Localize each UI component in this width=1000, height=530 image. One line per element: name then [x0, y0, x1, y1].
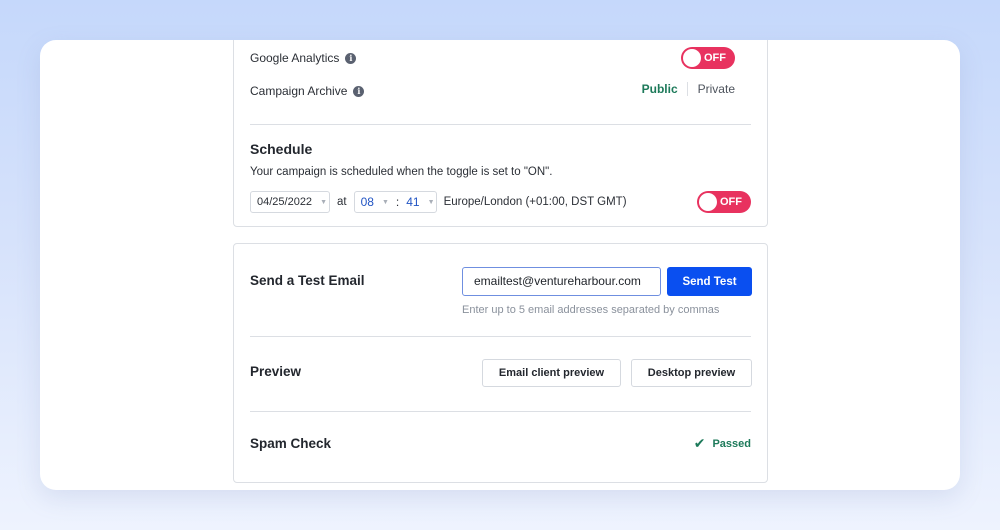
- chevron-down-icon: ▼: [427, 198, 435, 206]
- test-email-title: Send a Test Email: [250, 273, 365, 288]
- test-email-input[interactable]: emailtest@ventureharbour.com: [462, 267, 661, 296]
- archive-private-option[interactable]: Private: [688, 82, 735, 96]
- schedule-title: Schedule: [250, 141, 313, 157]
- spam-check-status-label: Passed: [712, 437, 751, 450]
- schedule-description-row: Your campaign is scheduled when the togg…: [250, 166, 751, 178]
- at-label: at: [337, 196, 347, 208]
- toggle-knob: [683, 49, 701, 67]
- time-picker: 08 ▼ : 41 ▼: [353, 191, 437, 213]
- settings-card: Google Analytics i OFF Campaign Archive …: [233, 40, 768, 227]
- info-icon[interactable]: i: [345, 52, 357, 64]
- toggle-knob: [699, 193, 717, 211]
- time-separator: :: [395, 195, 400, 209]
- google-analytics-label: Google Analytics: [250, 51, 340, 65]
- divider: [250, 336, 751, 337]
- schedule-description: Your campaign is scheduled when the togg…: [250, 166, 553, 178]
- date-picker[interactable]: 04/25/2022 ▼: [250, 191, 330, 213]
- checkmark-icon: ✔: [693, 435, 706, 451]
- send-test-button[interactable]: Send Test: [667, 267, 752, 296]
- date-value: 04/25/2022: [257, 196, 313, 208]
- campaign-archive-row: Campaign Archive i Public Private: [250, 80, 751, 102]
- toggle-state-label: OFF: [720, 196, 742, 208]
- preview-title: Preview: [250, 364, 302, 379]
- spam-check-status: ✔ Passed: [694, 435, 751, 452]
- hour-select[interactable]: 08: [361, 195, 374, 209]
- campaign-archive-label: Campaign Archive: [250, 84, 348, 98]
- spam-check-title: Spam Check: [250, 436, 332, 451]
- desktop-preview-button[interactable]: Desktop preview: [631, 359, 752, 387]
- spam-check-row: Spam Check ✔ Passed: [250, 435, 751, 452]
- email-client-preview-button[interactable]: Email client preview: [482, 359, 621, 387]
- timezone-label: Europe/London (+01:00, DST GMT): [443, 196, 627, 208]
- test-card: Send a Test Email emailtest@ventureharbo…: [233, 243, 768, 483]
- divider: [250, 411, 751, 412]
- archive-visibility-toggle: Public Private: [642, 82, 735, 96]
- google-analytics-toggle[interactable]: OFF: [681, 47, 735, 69]
- divider: [250, 124, 751, 125]
- minute-select[interactable]: 41: [406, 195, 419, 209]
- schedule-toggle[interactable]: OFF: [697, 191, 751, 213]
- toggle-state-label: OFF: [704, 52, 726, 64]
- google-analytics-row: Google Analytics i OFF: [250, 47, 751, 69]
- archive-public-option[interactable]: Public: [642, 82, 688, 96]
- app-frame: Google Analytics i OFF Campaign Archive …: [40, 40, 960, 490]
- schedule-title-row: Schedule: [250, 141, 751, 157]
- test-email-hint: Enter up to 5 email addresses separated …: [462, 304, 720, 316]
- chevron-down-icon: ▼: [320, 198, 327, 206]
- info-icon[interactable]: i: [353, 85, 365, 97]
- schedule-controls: 04/25/2022 ▼ at 08 ▼ : 41 ▼ Europe/Londo…: [250, 191, 751, 213]
- chevron-down-icon: ▼: [381, 198, 389, 206]
